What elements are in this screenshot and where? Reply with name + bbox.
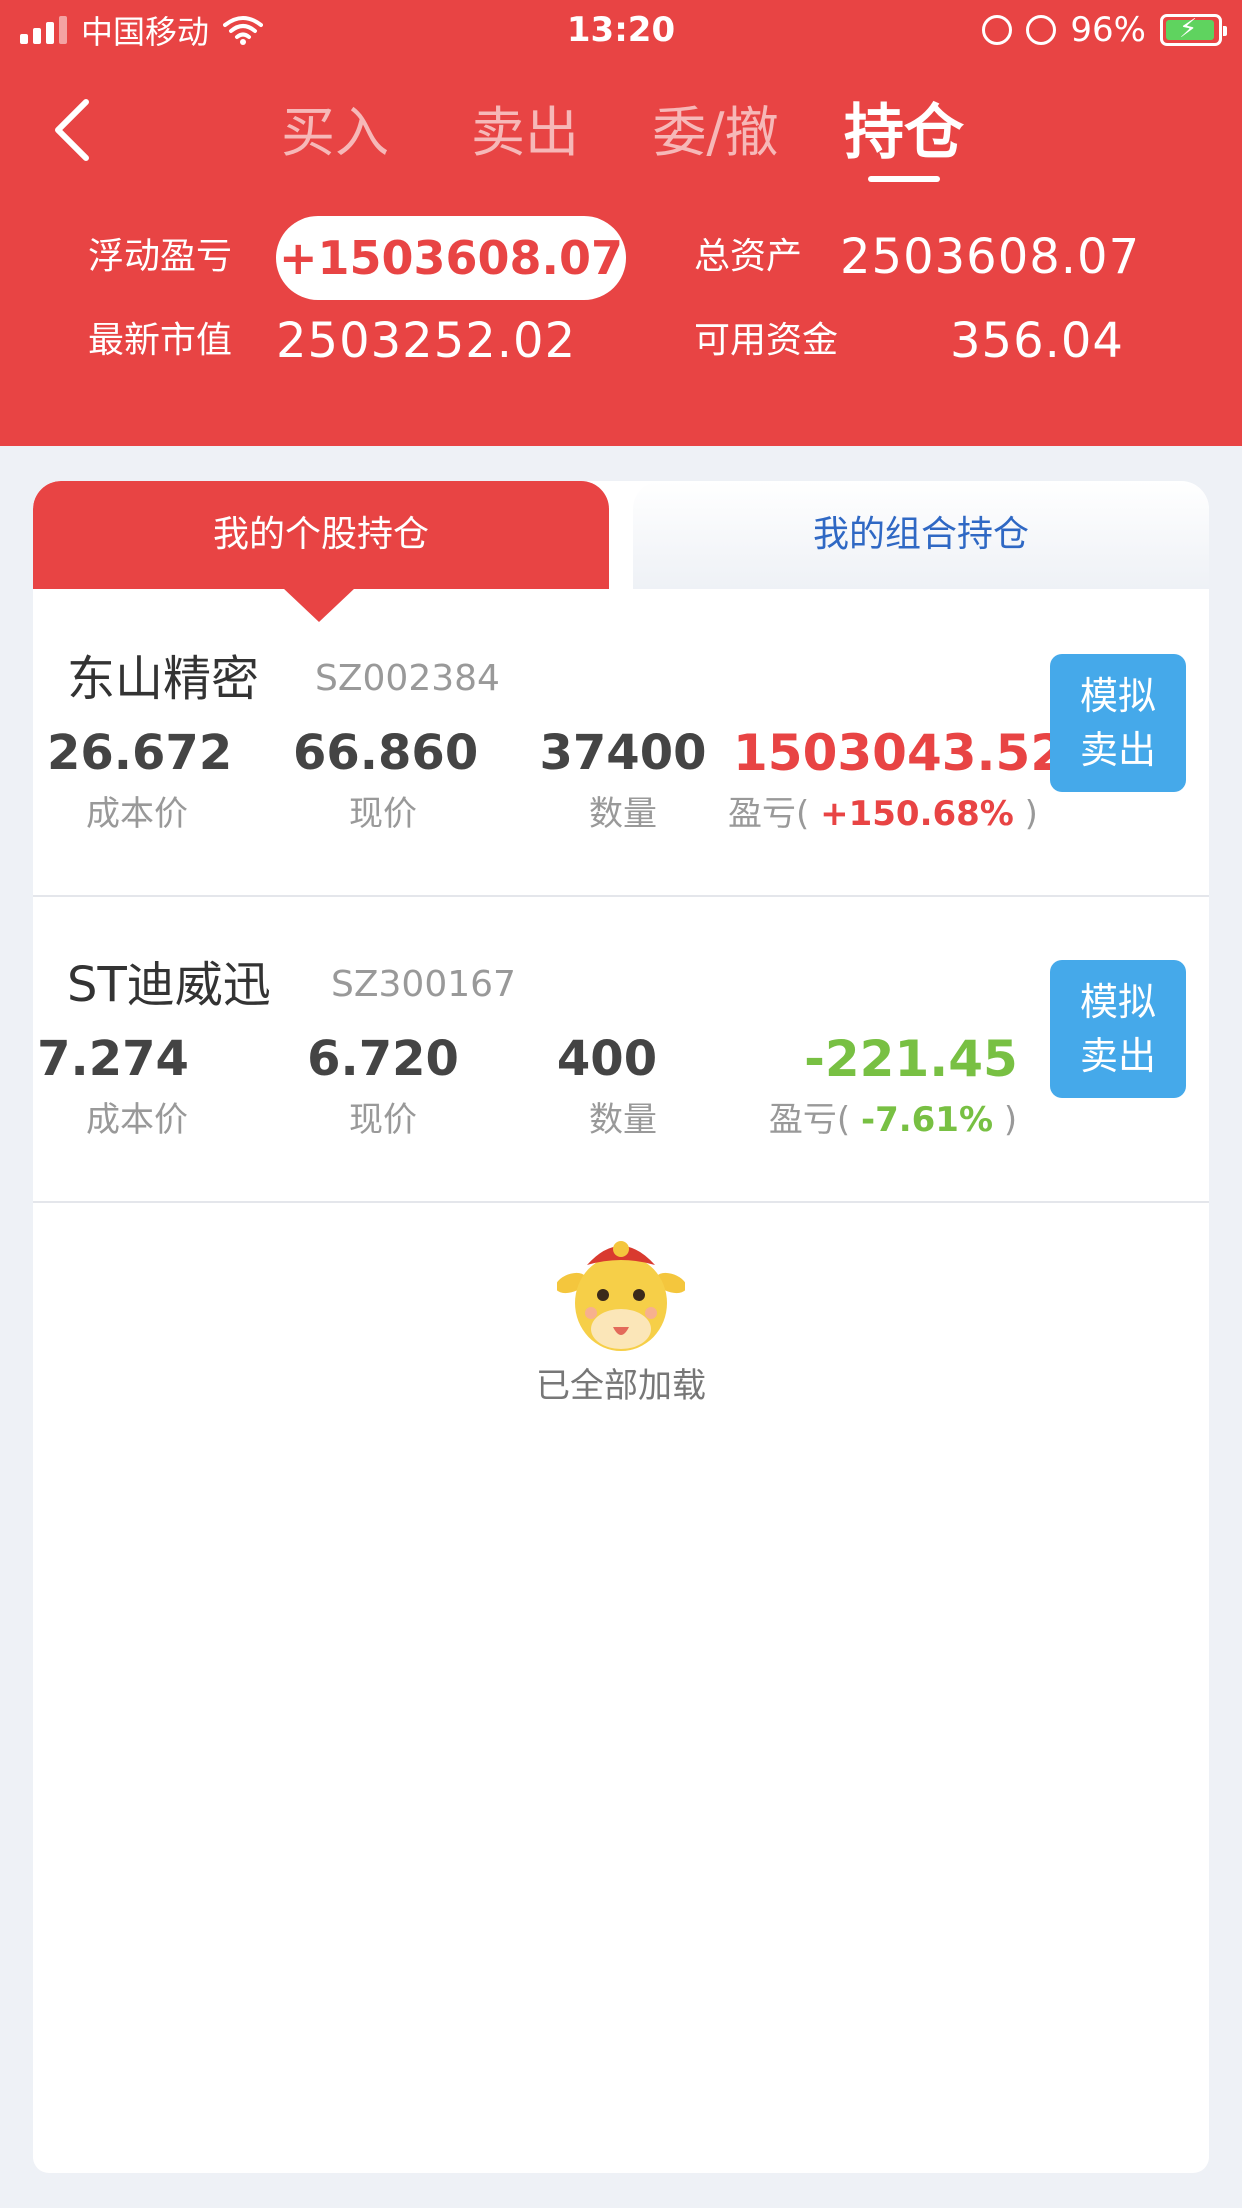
total-assets-value: 2503608.07: [840, 229, 1141, 285]
simulated-sell-button[interactable]: 模拟 卖出: [1050, 654, 1186, 792]
current-price: 6.720: [307, 1031, 459, 1087]
available-funds-label: 可用资金: [694, 320, 839, 361]
profit-loss-label: 盈亏( -7.61% ): [768, 1100, 1018, 1140]
cost-price-label: 成本价: [86, 794, 188, 834]
current-price: 66.860: [293, 725, 479, 781]
header: 中国移动 13:20 96% ⚡ 买入 卖出 委/撤 持仓 浮动盈亏 +1503…: [0, 0, 1242, 446]
holding-row[interactable]: 东山精密 SZ002384 26.672 66.860 37400 150304…: [33, 589, 1209, 897]
cost-price: 26.672: [47, 725, 233, 781]
battery-icon: ⚡: [1160, 14, 1227, 46]
holdings-card: 我的组合持仓 我的个股持仓 东山精密 SZ002384 26.672 66.86…: [33, 481, 1209, 2173]
profit-loss-label: 盈亏( +150.68% ): [728, 794, 1038, 834]
battery-percent: 96%: [1070, 10, 1146, 50]
tab-positions[interactable]: 持仓: [842, 90, 966, 176]
rotation-lock-icon: [982, 15, 1013, 45]
profit-loss-value: -221.45: [804, 1030, 1018, 1088]
float-pl-value: +1503608.07: [276, 216, 626, 300]
cost-price-label: 成本价: [86, 1100, 188, 1140]
pl-percent: -7.61%: [860, 1100, 994, 1140]
tab-sell[interactable]: 卖出: [470, 90, 580, 176]
quantity: 400: [556, 1031, 658, 1087]
cost-price: 7.274: [37, 1031, 189, 1087]
stock-name: ST迪威迅: [67, 957, 271, 1013]
profit-loss-value: 1503043.52: [733, 724, 1066, 782]
pl-label-text: 盈亏: [728, 794, 797, 834]
tab-orders[interactable]: 委/撤: [648, 90, 783, 176]
holding-row[interactable]: ST迪威迅 SZ300167 7.274 6.720 400 -221.45 成…: [33, 895, 1209, 1203]
current-price-label: 现价: [349, 1100, 417, 1140]
tab-portfolio-holdings[interactable]: 我的组合持仓: [633, 481, 1209, 589]
tab-individual-holdings[interactable]: 我的个股持仓: [33, 481, 609, 589]
sell-button-line1: 模拟: [1079, 980, 1156, 1024]
stock-code: SZ300167: [331, 964, 516, 1005]
stock-name: 东山精密: [67, 651, 260, 707]
trade-tabs: 买入 卖出 委/撤 持仓: [0, 90, 1242, 190]
active-tab-indicator: [868, 176, 940, 182]
simulated-sell-button[interactable]: 模拟 卖出: [1050, 960, 1186, 1098]
stock-code: SZ002384: [315, 658, 500, 699]
sell-button-line2: 卖出: [1079, 728, 1156, 772]
pl-label-text: 盈亏: [768, 1100, 837, 1140]
available-funds-value: 356.04: [950, 313, 1124, 369]
sell-button-line2: 卖出: [1079, 1034, 1156, 1078]
pl-percent: +150.68%: [820, 794, 1014, 834]
quantity: 37400: [539, 725, 707, 781]
alarm-icon: [1026, 15, 1057, 45]
total-assets-label: 总资产: [694, 236, 803, 277]
current-price-label: 现价: [349, 794, 417, 834]
sell-button-line1: 模拟: [1079, 674, 1156, 718]
all-loaded-text: 已全部加载: [536, 1366, 706, 1406]
float-pl-label: 浮动盈亏: [88, 236, 233, 277]
market-value-value: 2503252.02: [276, 313, 577, 369]
status-bar: 中国移动 13:20 96% ⚡: [0, 0, 1242, 62]
tab-buy[interactable]: 买入: [280, 90, 390, 176]
quantity-label: 数量: [589, 1100, 657, 1140]
cow-mascot-icon: [557, 1241, 685, 1351]
market-value-label: 最新市值: [88, 320, 233, 361]
quantity-label: 数量: [589, 794, 657, 834]
